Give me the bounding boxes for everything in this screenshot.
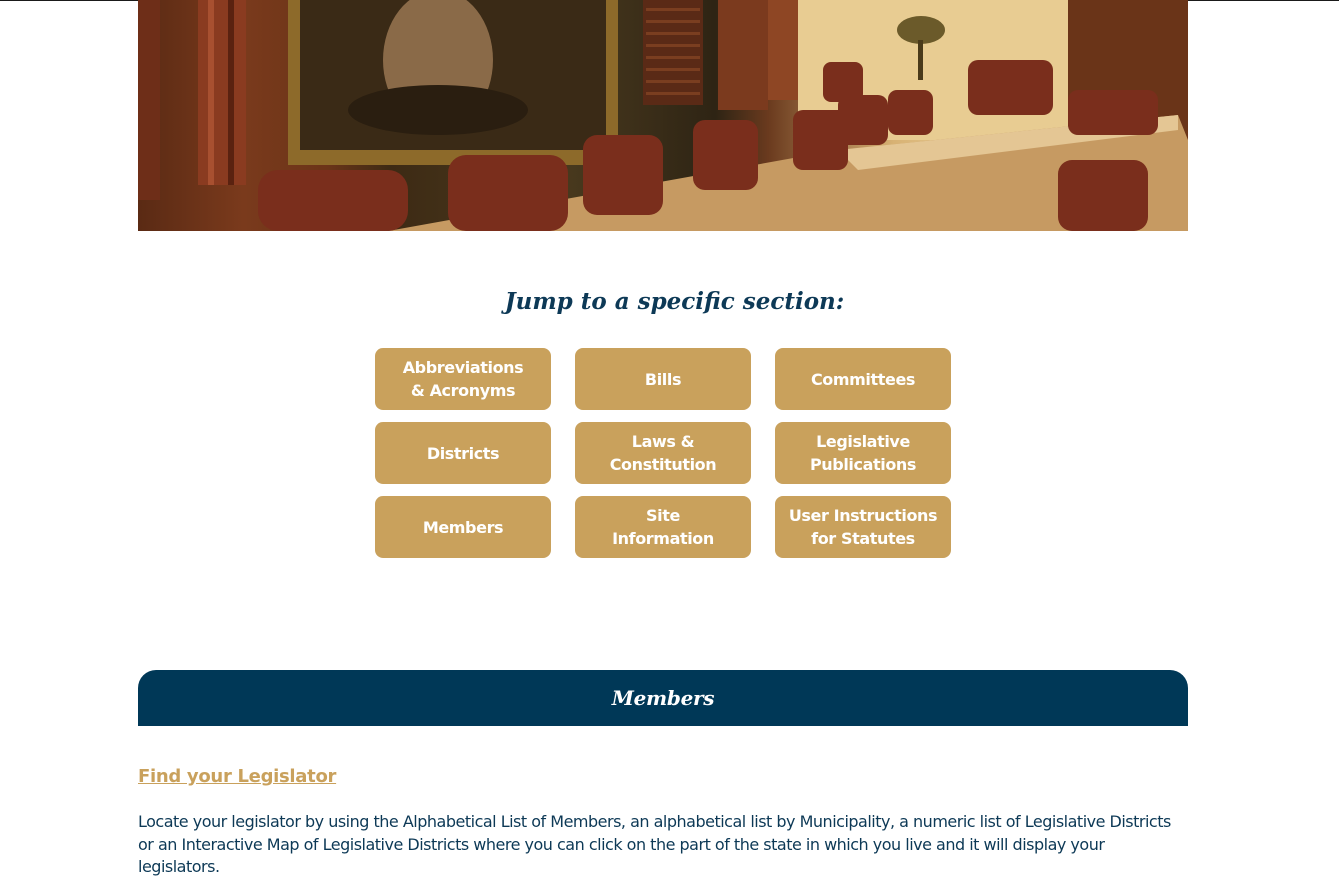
jump-section-grid: Abbreviations & Acronyms Bills Committee… — [375, 348, 951, 558]
jump-districts-button[interactable]: Districts — [375, 422, 551, 484]
jump-committees-button[interactable]: Committees — [775, 348, 951, 410]
find-your-legislator-link[interactable]: Find your Legislator — [138, 766, 336, 787]
jump-legislative-publications-button[interactable]: Legislative Publications — [775, 422, 951, 484]
jump-user-instructions-button[interactable]: User Instructions for Statutes — [775, 496, 951, 558]
members-section-header: Members — [138, 670, 1188, 726]
find-legislator-description: Locate your legislator by using the Alph… — [138, 812, 1171, 876]
jump-bills-button[interactable]: Bills — [575, 348, 751, 410]
hero-image-conference-room — [138, 0, 1188, 231]
jump-site-information-button[interactable]: Site Information — [575, 496, 751, 558]
hero-illustration — [138, 0, 1188, 231]
jump-section-heading: Jump to a specific section: — [504, 288, 845, 315]
jump-laws-constitution-button[interactable]: Laws & Constitution — [575, 422, 751, 484]
members-section-title: Members — [611, 686, 715, 710]
jump-members-button[interactable]: Members — [375, 496, 551, 558]
jump-abbreviations-button[interactable]: Abbreviations & Acronyms — [375, 348, 551, 410]
